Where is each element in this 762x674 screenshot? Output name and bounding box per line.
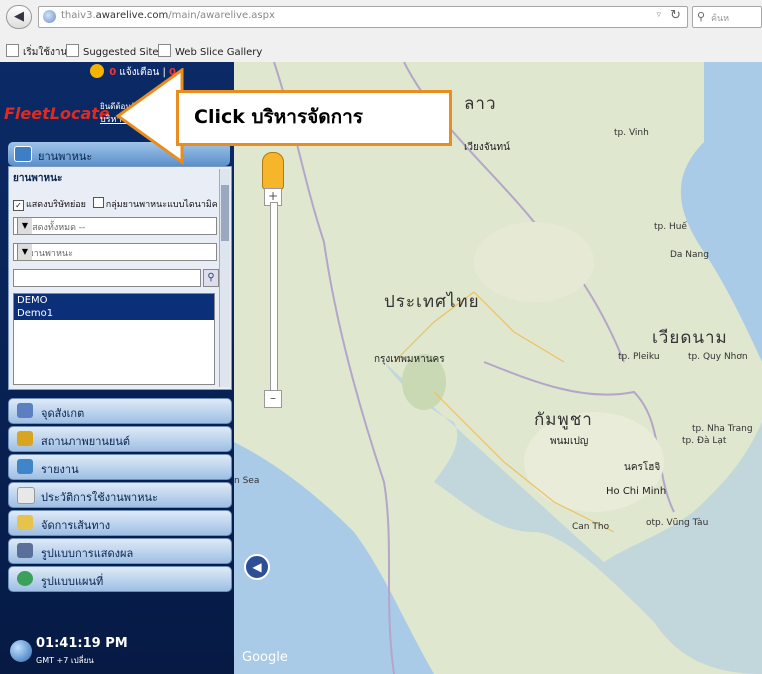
google-logo: Google bbox=[242, 650, 288, 665]
group-checkbox[interactable] bbox=[92, 197, 104, 208]
menu-routes[interactable]: จัดการเส้นทาง bbox=[8, 510, 232, 536]
city-label: นครโฮจิ bbox=[624, 462, 661, 473]
chevron-down-icon: ▼ bbox=[17, 218, 32, 234]
city-label: Can Tho bbox=[572, 522, 610, 532]
bookmark-item[interactable]: Web Slice Gallery bbox=[158, 44, 262, 58]
back-button[interactable]: ◀ bbox=[6, 5, 32, 29]
subcompany-checkbox[interactable]: ✓ bbox=[13, 200, 24, 211]
menu-reports[interactable]: รายงาน bbox=[8, 454, 232, 480]
filter-row: ✓ แสดงบริษัทย่อย กลุ่มยานพาหนะแบบไดนามิค bbox=[13, 197, 218, 211]
city-label: tp. Vinh bbox=[614, 128, 649, 138]
sea-label: n Sea bbox=[234, 476, 260, 486]
show-all-select[interactable]: -- แสดงทั้งหมด -- ▼ bbox=[13, 217, 217, 235]
city-label: พนมเปญ bbox=[550, 436, 589, 447]
map[interactable]: + – ◀ ลาว ประเทศไทย กัมพูชา เวียดนาม กรุ… bbox=[234, 62, 762, 674]
city-label: Da Nang bbox=[670, 250, 709, 260]
city-label: tp. Đà Lạt bbox=[682, 436, 727, 446]
city-label: tp. Pleiku bbox=[618, 352, 660, 362]
vehicle-panel: ยานพาหนะ ✓ แสดงบริษัทย่อย กลุ่มยานพาหนะแบ… bbox=[8, 166, 232, 390]
dropdown-icon[interactable]: ▿ bbox=[656, 10, 661, 20]
menu-map-type[interactable]: รูปแบบแผนที่ bbox=[8, 566, 232, 592]
search-icon: ⚲ bbox=[697, 10, 706, 23]
vehicle-icon bbox=[14, 146, 32, 162]
search-placeholder: ค้นห bbox=[711, 14, 730, 24]
panel-title: ยานพาหนะ bbox=[13, 173, 63, 184]
zoom-slider[interactable] bbox=[270, 202, 278, 394]
country-label: กัมพูชา bbox=[534, 410, 593, 430]
search-button[interactable]: ⚲ bbox=[203, 269, 219, 287]
callout-text: Click บริหารจัดการ bbox=[194, 106, 364, 128]
fleetlocate-logo: FleetLocate ยินดีต้อนรับ บริหารจัดการ bbox=[4, 102, 153, 125]
globe-icon bbox=[43, 10, 56, 23]
list-item[interactable]: Demo1 bbox=[14, 307, 214, 320]
browser-toolbar: ◀ thaiv3.awarelive.com/main/awarelive.as… bbox=[0, 0, 762, 63]
bookmarks-bar: เริ่มใช้งาน Suggested Sites Web Slice Ga… bbox=[0, 40, 762, 60]
country-label: เวียดนาม bbox=[652, 328, 728, 348]
bookmark-item[interactable]: เริ่มใช้งาน bbox=[6, 44, 67, 60]
report-icon bbox=[17, 459, 33, 474]
status-icon bbox=[17, 431, 33, 446]
collapse-sidebar-button[interactable]: ◀ bbox=[244, 554, 270, 580]
city-label: otp. Vũng Tàu bbox=[646, 518, 709, 528]
search-input[interactable]: ⚲ ค้นห bbox=[692, 6, 762, 28]
menu-history[interactable]: ประวัติการใช้งานพาหนะ bbox=[8, 482, 232, 508]
city-label: เวียงจันทน์ bbox=[464, 142, 510, 153]
menu-display[interactable]: รูปแบบการแสดงผล bbox=[8, 538, 232, 564]
city-label: tp. Nha Trang bbox=[692, 424, 753, 434]
city-label: กรุงเทพมหานคร bbox=[374, 354, 445, 365]
country-label: ประเทศไทย bbox=[384, 292, 480, 312]
pegman-icon[interactable] bbox=[262, 152, 284, 190]
route-icon bbox=[17, 515, 33, 530]
vehicle-name-select[interactable]: ชื่อยานพาหนะ ▼ bbox=[13, 243, 217, 261]
menu-vehicle-status[interactable]: สถานภาพยานยนต์ bbox=[8, 426, 232, 452]
warning-icon bbox=[90, 64, 104, 78]
url-text: thaiv3.awarelive.com/main/awarelive.aspx bbox=[61, 10, 275, 21]
city-label: tp. Quy Nhơn bbox=[688, 352, 748, 362]
globe-icon bbox=[10, 640, 32, 662]
zoom-out-button[interactable]: – bbox=[264, 390, 282, 408]
vehicle-list[interactable]: DEMO Demo1 bbox=[13, 293, 215, 385]
list-item[interactable]: DEMO bbox=[14, 294, 214, 307]
bookmark-item[interactable]: Suggested Sites bbox=[66, 44, 164, 58]
country-label: ลาว bbox=[464, 94, 497, 114]
history-icon bbox=[17, 487, 35, 504]
reload-icon[interactable]: ↻ bbox=[670, 8, 681, 23]
chevron-down-icon: ▼ bbox=[17, 244, 32, 260]
address-bar[interactable]: thaiv3.awarelive.com/main/awarelive.aspx… bbox=[38, 6, 688, 28]
menu-landmarks[interactable]: จุดสังเกต bbox=[8, 398, 232, 424]
scrollbar[interactable] bbox=[219, 169, 230, 387]
landmark-icon bbox=[17, 403, 33, 418]
city-label: tp. Huế bbox=[654, 222, 687, 232]
map-icon bbox=[17, 571, 33, 586]
city-label: Ho Chi Minh bbox=[606, 486, 667, 497]
display-icon bbox=[17, 543, 33, 558]
vehicle-search-input[interactable] bbox=[13, 269, 201, 287]
